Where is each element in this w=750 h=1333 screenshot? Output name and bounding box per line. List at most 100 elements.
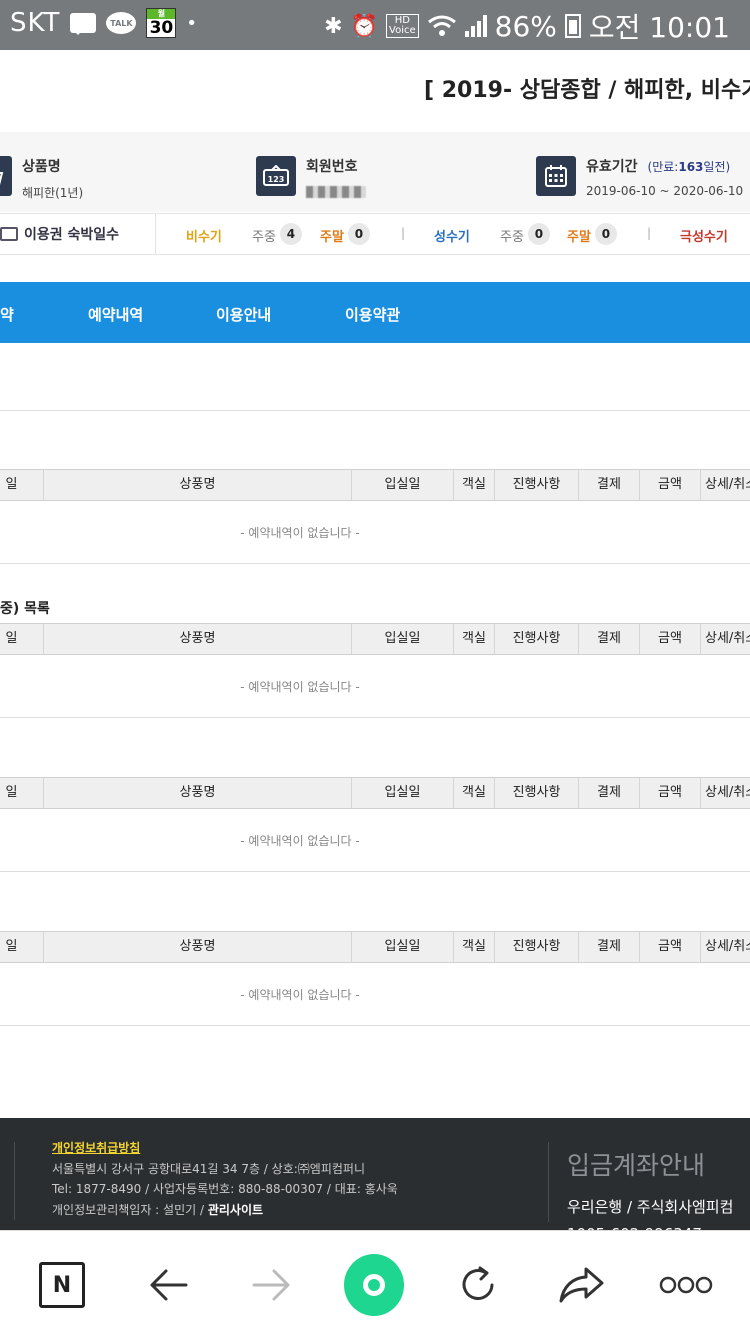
off-season-label: 비수기 bbox=[186, 230, 222, 245]
col-detail-cancel: 상세/취소 bbox=[700, 932, 750, 962]
off-weekend-label: 주말 bbox=[320, 230, 344, 245]
divider bbox=[0, 563, 750, 564]
off-weekend-count: 0 bbox=[347, 223, 370, 245]
kakaotalk-icon: TALK bbox=[106, 12, 137, 34]
basket-icon bbox=[0, 156, 12, 196]
admin-site-link[interactable]: 관리사이트 bbox=[208, 1203, 263, 1217]
ticket-icon bbox=[0, 227, 18, 241]
expiry-days: 163 bbox=[678, 159, 704, 174]
naver-home-button[interactable]: N bbox=[32, 1255, 92, 1315]
member-icon-text: 123 bbox=[268, 175, 285, 184]
account-title: 입금계좌안내 bbox=[567, 1151, 706, 1180]
back-arrow-icon bbox=[150, 1269, 188, 1301]
carrier-name: SKT bbox=[10, 8, 61, 38]
col-room: 객실 bbox=[453, 470, 494, 500]
product-value: 해피한(1년) bbox=[22, 186, 84, 200]
stay-days-title: 이용권 숙박일수 bbox=[0, 214, 156, 254]
col-checkin: 입실일 bbox=[351, 470, 453, 500]
mobile-screen: { "status_bar": { "carrier": "SKT", "tal… bbox=[0, 0, 750, 1333]
col-checkin: 입실일 bbox=[351, 932, 453, 962]
col-date: 일 bbox=[5, 785, 18, 800]
id-card-icon: 123 bbox=[256, 156, 296, 196]
col-amount: 금액 bbox=[639, 470, 700, 500]
nav-reserve[interactable]: 약 bbox=[0, 304, 14, 325]
member-text: 회원번호 bbox=[306, 156, 366, 198]
empty-message: - 예약내역이 없습니다 - bbox=[240, 988, 360, 1002]
footer-divider bbox=[548, 1142, 549, 1222]
back-button[interactable] bbox=[138, 1255, 198, 1315]
peak-weekend-count: 0 bbox=[594, 223, 617, 245]
col-product: 상풍명 bbox=[43, 470, 351, 500]
top-season-label: 극성수기 bbox=[680, 230, 728, 245]
stay-days-label: 이용권 숙박일수 bbox=[24, 227, 120, 243]
col-amount: 금액 bbox=[639, 624, 700, 654]
col-checkin: 입실일 bbox=[351, 778, 453, 808]
off-weekday: 주중 4 bbox=[252, 223, 302, 248]
refresh-button[interactable] bbox=[448, 1255, 508, 1315]
divider bbox=[0, 871, 750, 872]
table-header: 일 상풍명 입실일 객실 진행사항 결제 금액 상세/취소 bbox=[0, 623, 750, 655]
calendar-date: 30 bbox=[149, 18, 174, 38]
status-bar-right: ✱ ⏰ HD Voice 86% 오전 10:01 bbox=[324, 6, 730, 46]
green-dot-button[interactable] bbox=[344, 1254, 404, 1316]
member-label: 회원번호 bbox=[306, 159, 358, 175]
nav-terms[interactable]: 이용약관 bbox=[345, 304, 400, 325]
notification-dot-icon: • bbox=[186, 12, 198, 34]
off-weekday-label: 주중 bbox=[252, 230, 276, 245]
col-date: 일 bbox=[5, 939, 18, 954]
col-product: 상풍명 bbox=[43, 932, 351, 962]
company-contact: Tel: 1877-8490 / 사업자등록번호: 880-88-00307 /… bbox=[52, 1182, 398, 1196]
col-checkin: 입실일 bbox=[351, 624, 453, 654]
peak-weekday-label: 주중 bbox=[500, 230, 524, 245]
table-header: 일 상풍명 입실일 객실 진행사항 결제 금액 상세/취소 bbox=[0, 931, 750, 963]
col-product: 상풍명 bbox=[43, 778, 351, 808]
company-info: 개인정보취급방침 서울특별시 강서구 공항대로41길 34 7층 / 상호:㈜엠… bbox=[52, 1138, 398, 1220]
peak-weekend: 주말 0 bbox=[567, 223, 617, 248]
product-label: 상품명 bbox=[22, 159, 61, 175]
col-payment: 결제 bbox=[578, 624, 639, 654]
empty-message: - 예약내역이 없습니다 - bbox=[240, 526, 360, 540]
table-header: 일 상풍명 입실일 객실 진행사항 결제 금액 상세/취소 bbox=[0, 777, 750, 809]
bank-name: 우리은행 / 주식회사엠피컴 bbox=[567, 1198, 734, 1216]
site-footer: 개인정보취급방침 서울특별시 강서구 공항대로41길 34 7층 / 상호:㈜엠… bbox=[0, 1118, 750, 1230]
col-room: 객실 bbox=[453, 932, 494, 962]
privacy-policy-link[interactable]: 개인정보취급방침 bbox=[52, 1141, 140, 1155]
off-weekend: 주말 0 bbox=[320, 223, 370, 248]
share-button[interactable] bbox=[552, 1255, 612, 1315]
col-payment: 결제 bbox=[578, 932, 639, 962]
more-button[interactable] bbox=[656, 1255, 716, 1315]
col-amount: 금액 bbox=[639, 778, 700, 808]
col-status: 진행사항 bbox=[494, 778, 578, 808]
expiry-prefix: (만료: bbox=[647, 159, 679, 174]
bluetooth-icon: ✱ bbox=[324, 13, 343, 39]
col-detail-cancel: 상세/취소 bbox=[700, 778, 750, 808]
nav-reservation-history[interactable]: 예약내역 bbox=[88, 304, 143, 325]
main-nav: 약 예약내역 이용안내 이용약관 bbox=[0, 282, 750, 343]
wifi-icon bbox=[427, 15, 456, 36]
browser-toolbar: N bbox=[0, 1230, 750, 1333]
privacy-manager: 개인정보관리책임자 : 설민기 / bbox=[52, 1202, 205, 1217]
peak-weekday: 주중 0 bbox=[500, 223, 550, 248]
peak-weekend-label: 주말 bbox=[567, 230, 591, 245]
deposit-account-info: 입금계좌안내 우리은행 / 주식회사엠피컴 1005-602-996347 bbox=[567, 1146, 733, 1230]
page-title: [ 2019- 상담종합 / 해피한, 비수기 - bbox=[424, 78, 750, 103]
forward-button[interactable] bbox=[242, 1255, 302, 1315]
col-detail-cancel: 상세/취소 bbox=[700, 624, 750, 654]
table-header: 일 상풍명 입실일 객실 진행사항 결제 금액 상세/취소 bbox=[0, 469, 750, 501]
empty-message: - 예약내역이 없습니다 - bbox=[240, 680, 360, 694]
col-date: 일 bbox=[5, 631, 18, 646]
section-title: 중) 목록 bbox=[0, 601, 50, 617]
divider bbox=[0, 717, 750, 718]
off-weekday-count: 4 bbox=[279, 223, 302, 245]
col-amount: 금액 bbox=[639, 932, 700, 962]
validity-text: 유효기간 (만료:163일전) 2019-06-10 ~ 2020-06-10 bbox=[586, 156, 743, 198]
validity-value: 2019-06-10 ~ 2020-06-10 bbox=[586, 184, 744, 198]
battery-percent: 86% bbox=[494, 9, 557, 43]
peak-weekday-count: 0 bbox=[527, 223, 550, 245]
signal-icon bbox=[464, 15, 487, 37]
product-text: 상품명 해피한(1년) bbox=[22, 156, 83, 201]
separator: | bbox=[647, 226, 652, 240]
nav-usage-guide[interactable]: 이용안내 bbox=[216, 304, 271, 325]
calendar-icon: 월 30 bbox=[146, 8, 177, 38]
expiry-note: (만료:163일전) bbox=[648, 158, 731, 175]
